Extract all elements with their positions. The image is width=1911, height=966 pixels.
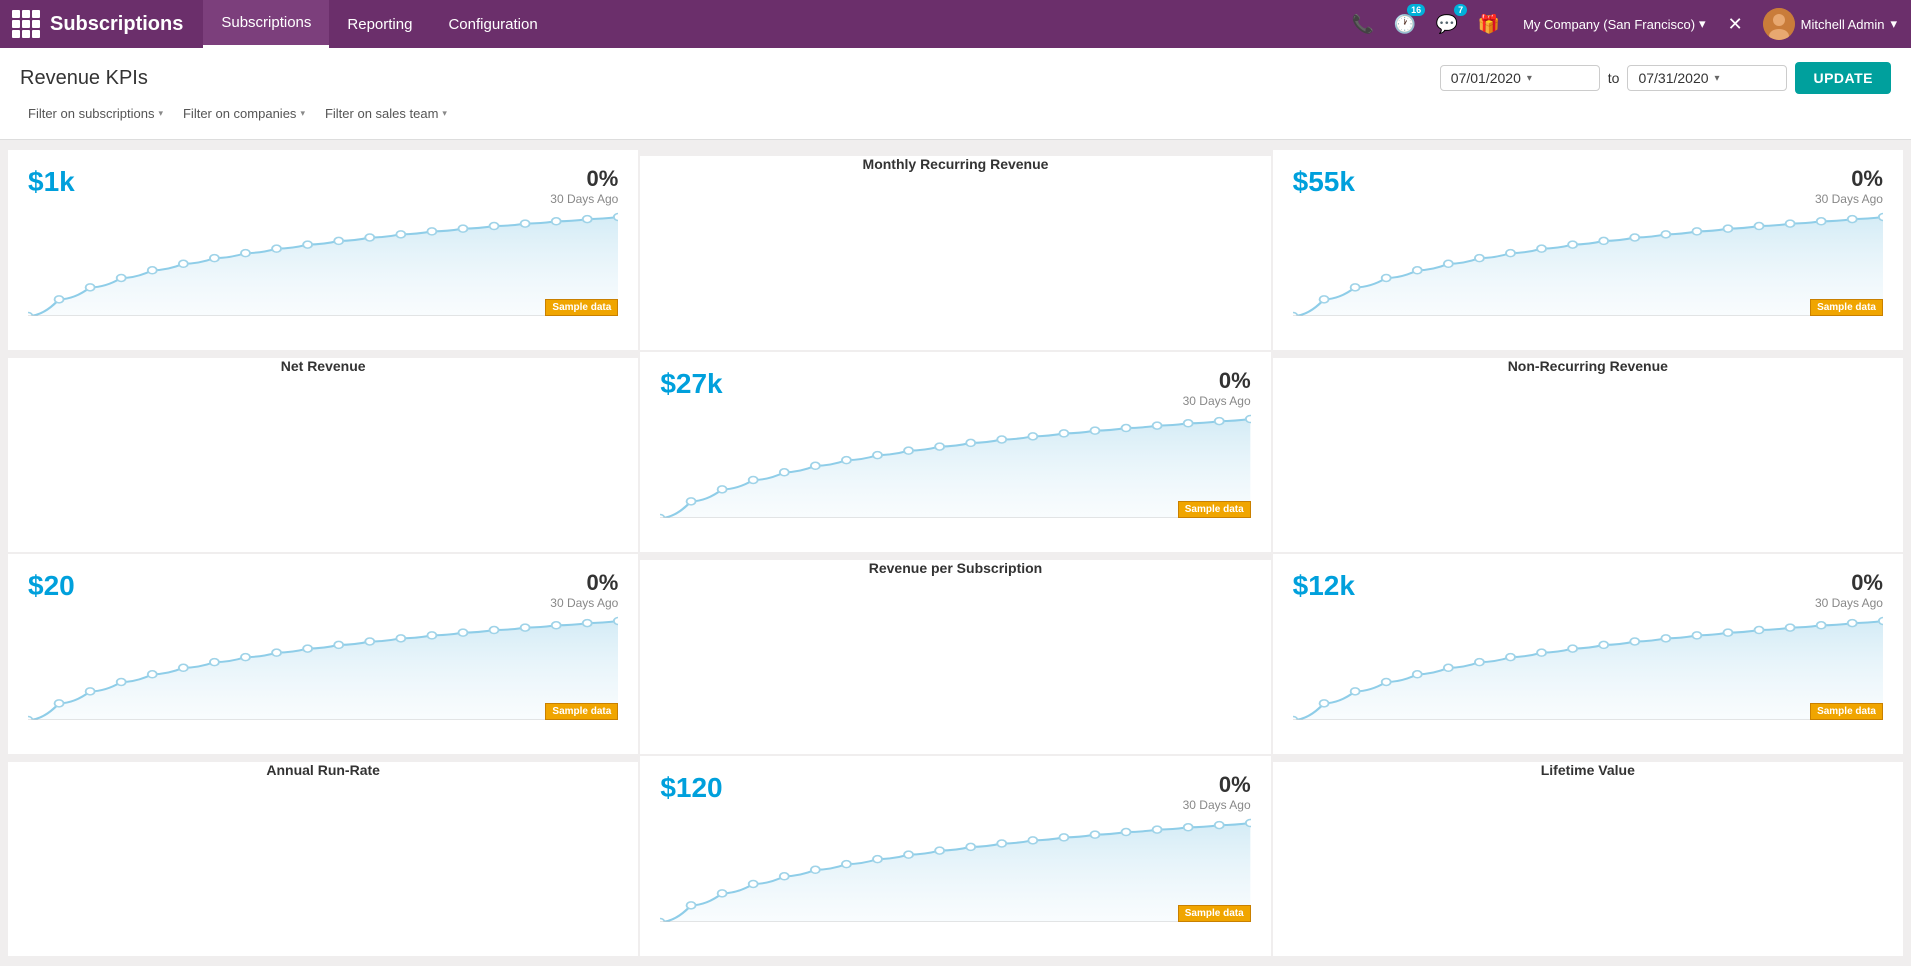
chat-icon-button[interactable]: 💬 7 — [1431, 8, 1463, 40]
kpi-percent-ltv: 0% 30 Days Ago — [1183, 772, 1251, 812]
filter-row: Filter on subscriptions ▾ Filter on comp… — [20, 102, 1891, 125]
kpi-percent-arr: 0% 30 Days Ago — [1815, 570, 1883, 610]
kpi-percent-net_revenue: 0% 30 Days Ago — [1815, 166, 1883, 206]
sample-badge: Sample data — [1810, 299, 1883, 316]
nav-item-configuration[interactable]: Configuration — [430, 0, 555, 48]
filter-sales-team-caret: ▾ — [442, 108, 447, 119]
page-title: Revenue KPIs — [20, 67, 1430, 90]
kpi-card-arr: $12k 0% 30 Days Ago Sample data — [1273, 554, 1903, 754]
kpi-pct-value: 0% — [1183, 368, 1251, 394]
update-button[interactable]: UPDATE — [1795, 62, 1891, 94]
kpi-label-rev_per_sub: Revenue per Subscription — [640, 560, 1270, 754]
kpi-card-non_recurring: $27k 0% 30 Days Ago Sample data — [640, 352, 1270, 552]
chat-badge: 7 — [1454, 4, 1467, 16]
user-name: Mitchell Admin — [1801, 17, 1885, 32]
phone-icon-button[interactable]: 📞 — [1347, 8, 1379, 40]
kpi-chart-mrr: Sample data — [28, 206, 618, 326]
kpi-ago-label: 30 Days Ago — [1815, 192, 1883, 206]
grid-icon — [12, 10, 40, 38]
kpi-value-ltv: $120 — [660, 772, 722, 803]
close-button[interactable]: ✕ — [1724, 14, 1747, 35]
date-from-value: 07/01/2020 — [1451, 70, 1521, 86]
kpi-label-ltv: Lifetime Value — [1273, 762, 1903, 956]
date-to-chevron: ▾ — [1715, 73, 1720, 84]
clock-icon: 🕐 — [1394, 14, 1416, 35]
filter-companies-caret: ▾ — [300, 108, 305, 119]
subheader-row1: Revenue KPIs 07/01/2020 ▾ to 07/31/2020 … — [20, 62, 1891, 94]
top-navigation: Subscriptions Subscriptions Reporting Co… — [0, 0, 1911, 48]
nav-menu: Subscriptions Reporting Configuration — [203, 0, 555, 48]
gift-icon-button[interactable]: 🎁 — [1473, 8, 1505, 40]
filter-companies-button[interactable]: Filter on companies ▾ — [175, 102, 313, 125]
filter-sales-team-button[interactable]: Filter on sales team ▾ — [317, 102, 455, 125]
kpi-chart-net_revenue: Sample data — [1293, 206, 1883, 326]
kpi-percent-non_recurring: 0% 30 Days Ago — [1183, 368, 1251, 408]
kpi-value-non_recurring: $27k — [660, 368, 722, 399]
kpi-ago-label: 30 Days Ago — [1183, 394, 1251, 408]
sample-badge: Sample data — [1178, 501, 1251, 518]
kpi-pct-value: 0% — [1183, 772, 1251, 798]
kpi-ago-label: 30 Days Ago — [1183, 798, 1251, 812]
clock-icon-button[interactable]: 🕐 16 — [1389, 8, 1421, 40]
sample-badge: Sample data — [545, 299, 618, 316]
date-to-value: 07/31/2020 — [1638, 70, 1708, 86]
grid-menu-button[interactable] — [8, 6, 44, 42]
phone-icon: 📞 — [1352, 14, 1374, 35]
kpi-grid: $1k 0% 30 Days Ago Sample data Monthly R… — [0, 150, 1911, 956]
company-selector[interactable]: My Company (San Francisco) ▾ — [1515, 16, 1713, 32]
company-name: My Company (San Francisco) — [1523, 17, 1695, 32]
kpi-label-non_recurring: Non-Recurring Revenue — [1273, 358, 1903, 552]
gift-icon: 🎁 — [1478, 14, 1500, 35]
kpi-percent-mrr: 0% 30 Days Ago — [550, 166, 618, 206]
kpi-label-net_revenue: Net Revenue — [8, 358, 638, 552]
date-from-selector[interactable]: 07/01/2020 ▾ — [1440, 65, 1600, 91]
date-from-chevron: ▾ — [1527, 73, 1532, 84]
kpi-label-mrr: Monthly Recurring Revenue — [640, 156, 1270, 350]
kpi-card-rev_per_sub: $20 0% 30 Days Ago Sample data — [8, 554, 638, 754]
kpi-card-mrr: $1k 0% 30 Days Ago Sample data — [8, 150, 638, 350]
user-menu[interactable]: Mitchell Admin ▾ — [1757, 8, 1903, 40]
main-content: $1k 0% 30 Days Ago Sample data Monthly R… — [0, 140, 1911, 966]
kpi-value-arr: $12k — [1293, 570, 1355, 601]
avatar — [1763, 8, 1795, 40]
kpi-pct-value: 0% — [1815, 166, 1883, 192]
kpi-ago-label: 30 Days Ago — [550, 192, 618, 206]
kpi-ago-label: 30 Days Ago — [550, 596, 618, 610]
user-chevron-icon: ▾ — [1890, 16, 1897, 32]
sample-badge: Sample data — [545, 703, 618, 720]
kpi-chart-rev_per_sub: Sample data — [28, 610, 618, 730]
chevron-down-icon: ▾ — [1699, 16, 1706, 32]
clock-badge: 16 — [1407, 4, 1425, 16]
kpi-value-mrr: $1k — [28, 166, 75, 197]
subheader: Revenue KPIs 07/01/2020 ▾ to 07/31/2020 … — [0, 48, 1911, 140]
kpi-value-net_revenue: $55k — [1293, 166, 1355, 197]
kpi-chart-ltv: Sample data — [660, 812, 1250, 932]
date-to-selector[interactable]: 07/31/2020 ▾ — [1627, 65, 1787, 91]
filter-subscriptions-button[interactable]: Filter on subscriptions ▾ — [20, 102, 171, 125]
date-range: 07/01/2020 ▾ to 07/31/2020 ▾ UPDATE — [1440, 62, 1891, 94]
kpi-chart-arr: Sample data — [1293, 610, 1883, 730]
sample-badge: Sample data — [1810, 703, 1883, 720]
sample-badge: Sample data — [1178, 905, 1251, 922]
kpi-label-arr: Annual Run-Rate — [8, 762, 638, 956]
kpi-pct-value: 0% — [550, 166, 618, 192]
app-title: Subscriptions — [50, 13, 183, 36]
chat-icon: 💬 — [1436, 14, 1458, 35]
kpi-card-ltv: $120 0% 30 Days Ago Sample data — [640, 756, 1270, 956]
kpi-percent-rev_per_sub: 0% 30 Days Ago — [550, 570, 618, 610]
date-to-label: to — [1608, 70, 1620, 86]
kpi-pct-value: 0% — [550, 570, 618, 596]
kpi-value-rev_per_sub: $20 — [28, 570, 75, 601]
kpi-pct-value: 0% — [1815, 570, 1883, 596]
kpi-card-net_revenue: $55k 0% 30 Days Ago Sample data — [1273, 150, 1903, 350]
nav-icons: 📞 🕐 16 💬 7 🎁 My Company (San Francisco) … — [1347, 8, 1903, 40]
filter-subscriptions-caret: ▾ — [158, 108, 163, 119]
nav-item-subscriptions[interactable]: Subscriptions — [203, 0, 329, 48]
nav-item-reporting[interactable]: Reporting — [329, 0, 430, 48]
kpi-ago-label: 30 Days Ago — [1815, 596, 1883, 610]
kpi-chart-non_recurring: Sample data — [660, 408, 1250, 528]
